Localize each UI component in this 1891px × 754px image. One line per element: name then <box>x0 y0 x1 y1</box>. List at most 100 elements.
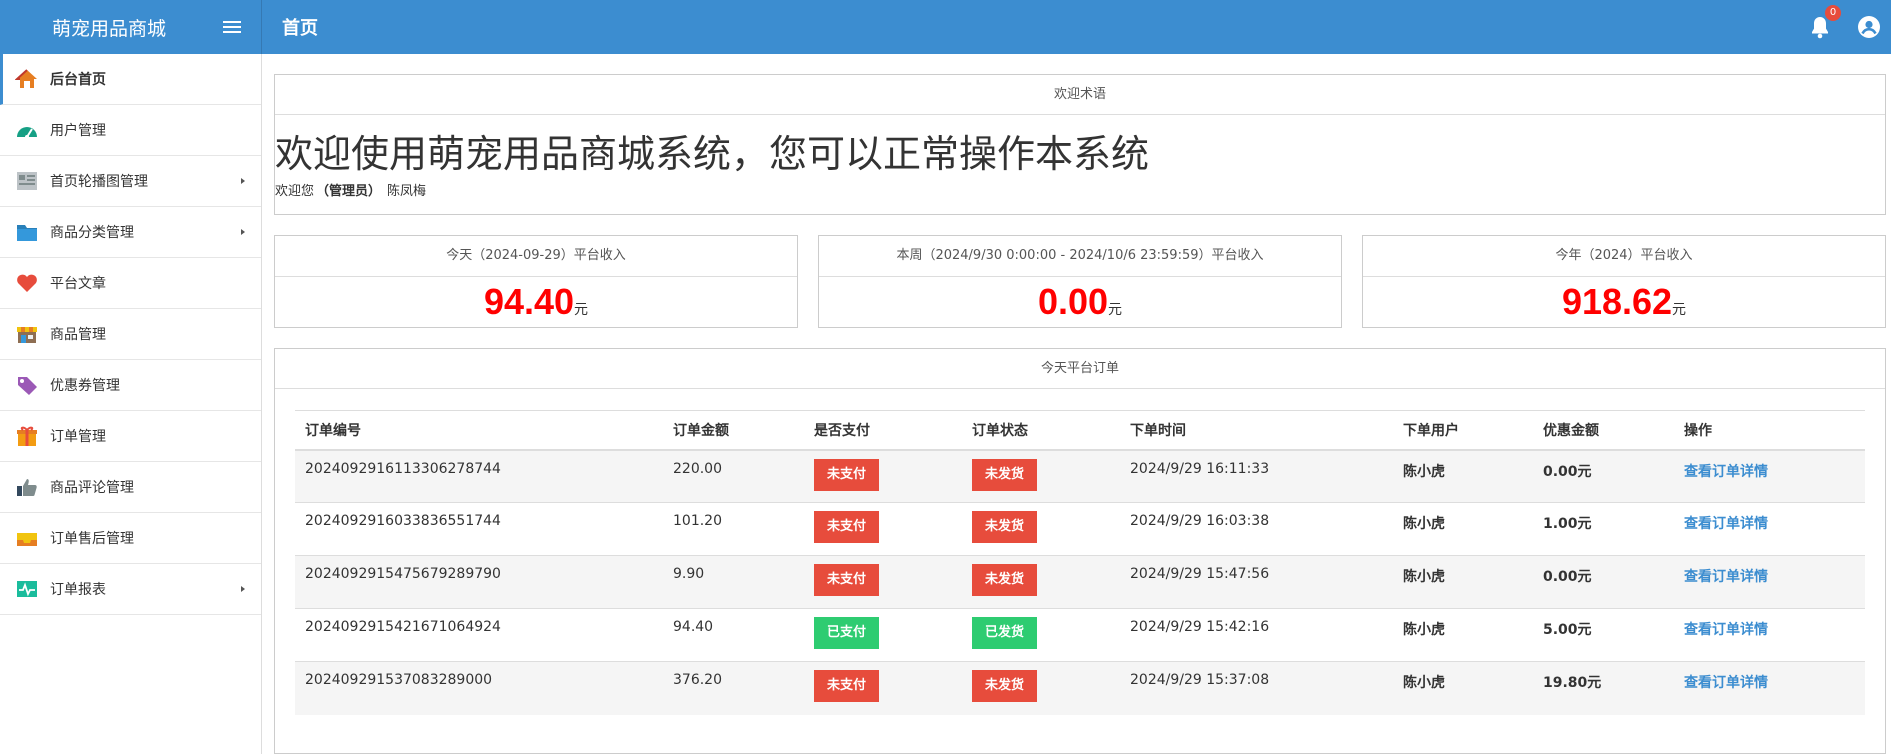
sidebar-item-aftersales[interactable]: 订单售后管理 <box>0 513 261 564</box>
order-discount: 0.00元 <box>1533 555 1674 609</box>
pay-status-button[interactable]: 已支付 <box>814 617 879 649</box>
stat-card-week: 本周（2024/9/30 0:00:00 - 2024/10/6 23:59:5… <box>818 235 1342 328</box>
sidebar-item-label: 订单报表 <box>50 582 106 598</box>
table-row: 2024092915421671064924 94.40 已支付 已发货 2024/9/… <box>295 608 1865 662</box>
pay-status-button[interactable]: 未支付 <box>814 670 879 702</box>
view-order-detail-link[interactable]: 查看订单详情 <box>1684 516 1768 532</box>
sidebar: 后台首页 用户管理 首页轮播图管理 商品分类管理 平台文章 商品管理 优惠券管理… <box>0 54 262 754</box>
order-id: 2024092915421671064924 <box>295 608 663 662</box>
order-amount: 101.20 <box>663 502 804 556</box>
action-cell: 查看订单详情 <box>1674 608 1865 662</box>
gift-icon <box>14 425 40 447</box>
order-id: 202409291537083289000 <box>295 661 663 715</box>
ship-status-button[interactable]: 未发货 <box>972 564 1037 596</box>
order-discount: 1.00元 <box>1533 502 1674 556</box>
chevron-right-icon <box>241 586 245 592</box>
sidebar-item-label: 用户管理 <box>50 123 106 139</box>
order-amount: 376.20 <box>663 661 804 715</box>
chevron-right-icon <box>241 178 245 184</box>
orders-table: 订单编号 订单金额 是否支付 订单状态 下单时间 下单用户 优惠金额 操作 20… <box>295 410 1865 715</box>
stat-unit: 元 <box>1672 302 1687 318</box>
chart-pulse-icon <box>14 578 40 600</box>
column-header: 是否支付 <box>804 410 962 451</box>
order-amount: 94.40 <box>663 608 804 662</box>
page-title: 首页 <box>282 18 318 39</box>
ship-status-cell: 已发货 <box>962 608 1120 662</box>
sidebar-item-orders[interactable]: 订单管理 <box>0 411 261 462</box>
sidebar-item-banners[interactable]: 首页轮播图管理 <box>0 156 261 207</box>
welcome-greeting: 欢迎您 （管理员） 陈凤梅 <box>275 180 1885 199</box>
sidebar-item-articles[interactable]: 平台文章 <box>0 258 261 309</box>
stat-card-today: 今天（2024-09-29）平台收入 94.40元 <box>274 235 798 328</box>
bell-icon[interactable]: 0 <box>1809 5 1841 39</box>
sidebar-item-label: 后台首页 <box>50 72 106 88</box>
header-actions: 0 <box>1809 5 1891 39</box>
view-order-detail-link[interactable]: 查看订单详情 <box>1684 675 1768 691</box>
ship-status-cell: 未发货 <box>962 449 1120 503</box>
hamburger-menu-icon[interactable] <box>219 17 245 37</box>
pay-status-button[interactable]: 未支付 <box>814 458 879 491</box>
folder-icon <box>14 221 40 243</box>
sidebar-item-users[interactable]: 用户管理 <box>0 105 261 156</box>
pay-status-cell: 未支付 <box>804 555 962 609</box>
sidebar-item-label: 商品分类管理 <box>50 225 134 241</box>
column-header: 订单编号 <box>295 410 663 451</box>
order-user: 陈小虎 <box>1393 608 1533 662</box>
sidebar-item-label: 订单售后管理 <box>50 531 134 547</box>
sidebar-item-products[interactable]: 商品管理 <box>0 309 261 360</box>
user-account-icon[interactable] <box>1857 15 1881 39</box>
ship-status-button[interactable]: 未发货 <box>972 458 1037 491</box>
order-id: 2024092916033836551744 <box>295 502 663 556</box>
pay-status-cell: 未支付 <box>804 449 962 503</box>
stat-title: 本周（2024/9/30 0:00:00 - 2024/10/6 23:59:5… <box>819 236 1341 277</box>
view-order-detail-link[interactable]: 查看订单详情 <box>1684 569 1768 585</box>
home-icon <box>14 68 40 90</box>
welcome-panel: 欢迎术语 欢迎使用萌宠用品商城系统，您可以正常操作本系统 欢迎您 （管理员） 陈凤梅 <box>274 74 1886 215</box>
order-user: 陈小虎 <box>1393 555 1533 609</box>
ship-status-button[interactable]: 已发货 <box>972 617 1037 649</box>
sidebar-item-home[interactable]: 后台首页 <box>0 54 261 105</box>
pay-status-button[interactable]: 未支付 <box>814 511 879 543</box>
stat-value: 918.62元 <box>1363 281 1885 323</box>
main-content: 欢迎术语 欢迎使用萌宠用品商城系统，您可以正常操作本系统 欢迎您 （管理员） 陈凤梅… <box>274 74 1886 754</box>
order-user: 陈小虎 <box>1393 502 1533 556</box>
column-header: 下单时间 <box>1120 410 1393 451</box>
view-order-detail-link[interactable]: 查看订单详情 <box>1684 622 1768 638</box>
sidebar-item-label: 订单管理 <box>50 429 106 445</box>
order-time: 2024/9/29 15:42:16 <box>1120 608 1393 662</box>
table-header-row: 订单编号 订单金额 是否支付 订单状态 下单时间 下单用户 优惠金额 操作 <box>295 410 1865 451</box>
sidebar-item-label: 优惠券管理 <box>50 378 120 394</box>
sidebar-item-categories[interactable]: 商品分类管理 <box>0 207 261 258</box>
view-order-detail-link[interactable]: 查看订单详情 <box>1684 464 1768 480</box>
thumbs-up-icon <box>14 476 40 498</box>
inbox-icon <box>14 527 40 549</box>
orders-panel-title: 今天平台订单 <box>275 349 1885 389</box>
tag-icon <box>14 374 40 396</box>
stat-unit: 元 <box>1108 302 1123 318</box>
order-time: 2024/9/29 15:47:56 <box>1120 555 1393 609</box>
sidebar-item-label: 商品评论管理 <box>50 480 134 496</box>
column-header: 订单状态 <box>962 410 1120 451</box>
stat-unit: 元 <box>574 302 589 318</box>
ship-status-button[interactable]: 未发货 <box>972 511 1037 543</box>
column-header: 优惠金额 <box>1533 410 1674 451</box>
column-header: 订单金额 <box>663 410 804 451</box>
sidebar-item-reports[interactable]: 订单报表 <box>0 564 261 615</box>
stats-row: 今天（2024-09-29）平台收入 94.40元 本周（2024/9/30 0… <box>274 235 1886 328</box>
sidebar-item-label: 首页轮播图管理 <box>50 174 148 190</box>
order-discount: 19.80元 <box>1533 661 1674 715</box>
sidebar-item-label: 商品管理 <box>50 327 106 343</box>
stat-title: 今年（2024）平台收入 <box>1363 236 1885 277</box>
top-header: 萌宠用品商城 首页 0 <box>0 0 1891 54</box>
store-icon <box>14 323 40 345</box>
order-time: 2024/9/29 16:11:33 <box>1120 449 1393 503</box>
today-orders-panel: 今天平台订单 订单编号 订单金额 是否支付 订单状态 下单时间 下单用户 优惠金… <box>274 348 1886 754</box>
pay-status-button[interactable]: 未支付 <box>814 564 879 596</box>
order-time: 2024/9/29 16:03:38 <box>1120 502 1393 556</box>
ship-status-button[interactable]: 未发货 <box>972 670 1037 702</box>
sidebar-item-reviews[interactable]: 商品评论管理 <box>0 462 261 513</box>
column-header: 操作 <box>1674 410 1865 451</box>
user-role: （管理员） <box>316 184 382 199</box>
brand-title: 萌宠用品商城 <box>52 17 167 40</box>
sidebar-item-coupons[interactable]: 优惠券管理 <box>0 360 261 411</box>
